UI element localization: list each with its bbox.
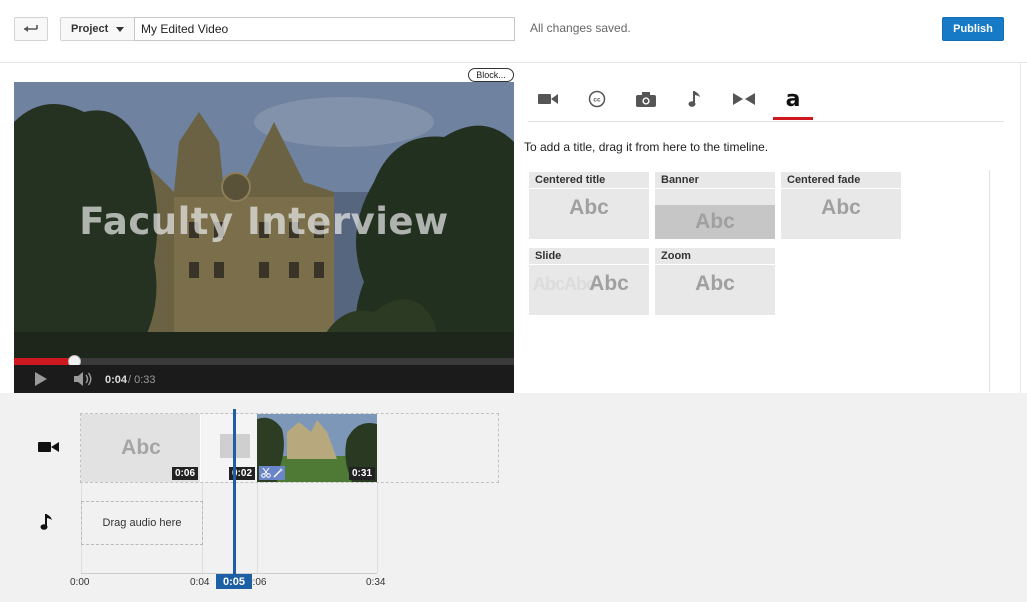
project-dropdown[interactable]: Project (60, 17, 135, 41)
title-card-banner[interactable]: Banner Abc (655, 172, 775, 239)
video-track-icon (38, 442, 59, 452)
gridline (377, 483, 378, 573)
divider (781, 188, 901, 189)
timeline-clip-video[interactable]: 0:31 (257, 414, 377, 482)
divider (529, 264, 649, 265)
transitions-icon (733, 93, 755, 105)
ruler-tick: 0:00 (70, 577, 90, 588)
card-label: Centered fade (787, 174, 861, 186)
divider (529, 188, 649, 189)
time-current: 0:04 (105, 374, 128, 386)
titles-hint: To add a title, drag it from here to the… (524, 140, 769, 154)
progress-track[interactable] (14, 358, 514, 365)
magic-wand-icon (273, 468, 283, 478)
video-preview[interactable]: Faculty Interview (14, 82, 514, 358)
progress-fill (14, 358, 74, 365)
text-title-icon: a (782, 87, 804, 111)
back-button[interactable] (14, 17, 48, 41)
save-status: All changes saved. (530, 21, 631, 35)
video-camera-icon (538, 94, 558, 104)
gridline (257, 483, 258, 573)
overlay-title: Faculty Interview (79, 200, 449, 243)
scissors-icon (261, 468, 271, 478)
chevron-down-icon (116, 26, 125, 32)
tab-titles[interactable]: a (773, 84, 813, 114)
card-preview: Abc (821, 196, 861, 219)
selected-tab-indicator (773, 117, 813, 120)
card-preview: Abc (695, 272, 735, 295)
title-card-centered-title[interactable]: Centered title Abc (529, 172, 649, 239)
clip-edit-icons[interactable] (259, 466, 285, 480)
back-arrow-icon (24, 25, 38, 32)
divider (0, 62, 1027, 63)
photo-camera-icon (636, 91, 656, 107)
card-preview: Abc (695, 210, 735, 233)
card-label: Zoom (661, 250, 691, 262)
play-icon[interactable] (35, 372, 47, 386)
divider (528, 121, 1004, 122)
time-total: / 0:33 (128, 374, 156, 386)
block-badge[interactable]: Block... (468, 68, 514, 82)
tab-captions[interactable]: cc (577, 84, 617, 114)
card-label: Banner (661, 174, 699, 186)
clip-duration: 0:31 (348, 467, 375, 480)
ruler-tick: 0:34 (366, 577, 386, 588)
audio-drop-zone[interactable]: Drag audio here (81, 501, 203, 545)
scrollbar[interactable] (989, 170, 990, 392)
volume-icon[interactable] (72, 371, 94, 387)
timeline-clip-transition[interactable]: 0:02 (202, 414, 257, 482)
svg-text:a: a (786, 87, 801, 111)
card-preview: Abc (569, 196, 609, 219)
clip-duration: 0:06 (171, 467, 198, 480)
title-card-centered-fade[interactable]: Centered fade Abc (781, 172, 901, 239)
divider (655, 188, 775, 189)
tab-photos[interactable] (626, 84, 666, 114)
card-label: Slide (535, 250, 562, 262)
closed-captions-icon: cc (588, 90, 606, 108)
project-label: Project (71, 23, 109, 35)
title-card-slide[interactable]: Slide AbcAbc Abc (529, 248, 649, 315)
audio-track-icon (40, 514, 52, 530)
title-card-zoom[interactable]: Zoom Abc (655, 248, 775, 315)
video-title-input[interactable] (134, 17, 515, 41)
tab-audio[interactable] (675, 84, 715, 114)
divider (655, 264, 775, 265)
tab-transitions[interactable] (724, 84, 764, 114)
card-preview: Abc (589, 272, 629, 295)
card-label: Centered title (535, 174, 606, 186)
svg-text:cc: cc (593, 97, 601, 104)
timeline-clip-title[interactable]: Abc 0:06 (81, 414, 201, 482)
ruler-tick: 0:04 (190, 577, 210, 588)
clip-preview: Abc (121, 436, 161, 459)
playhead[interactable] (233, 409, 236, 577)
tab-video[interactable] (528, 84, 568, 114)
music-note-icon (688, 91, 700, 107)
publish-button[interactable]: Publish (942, 17, 1004, 41)
playhead-time[interactable]: 0:05 (216, 574, 252, 589)
